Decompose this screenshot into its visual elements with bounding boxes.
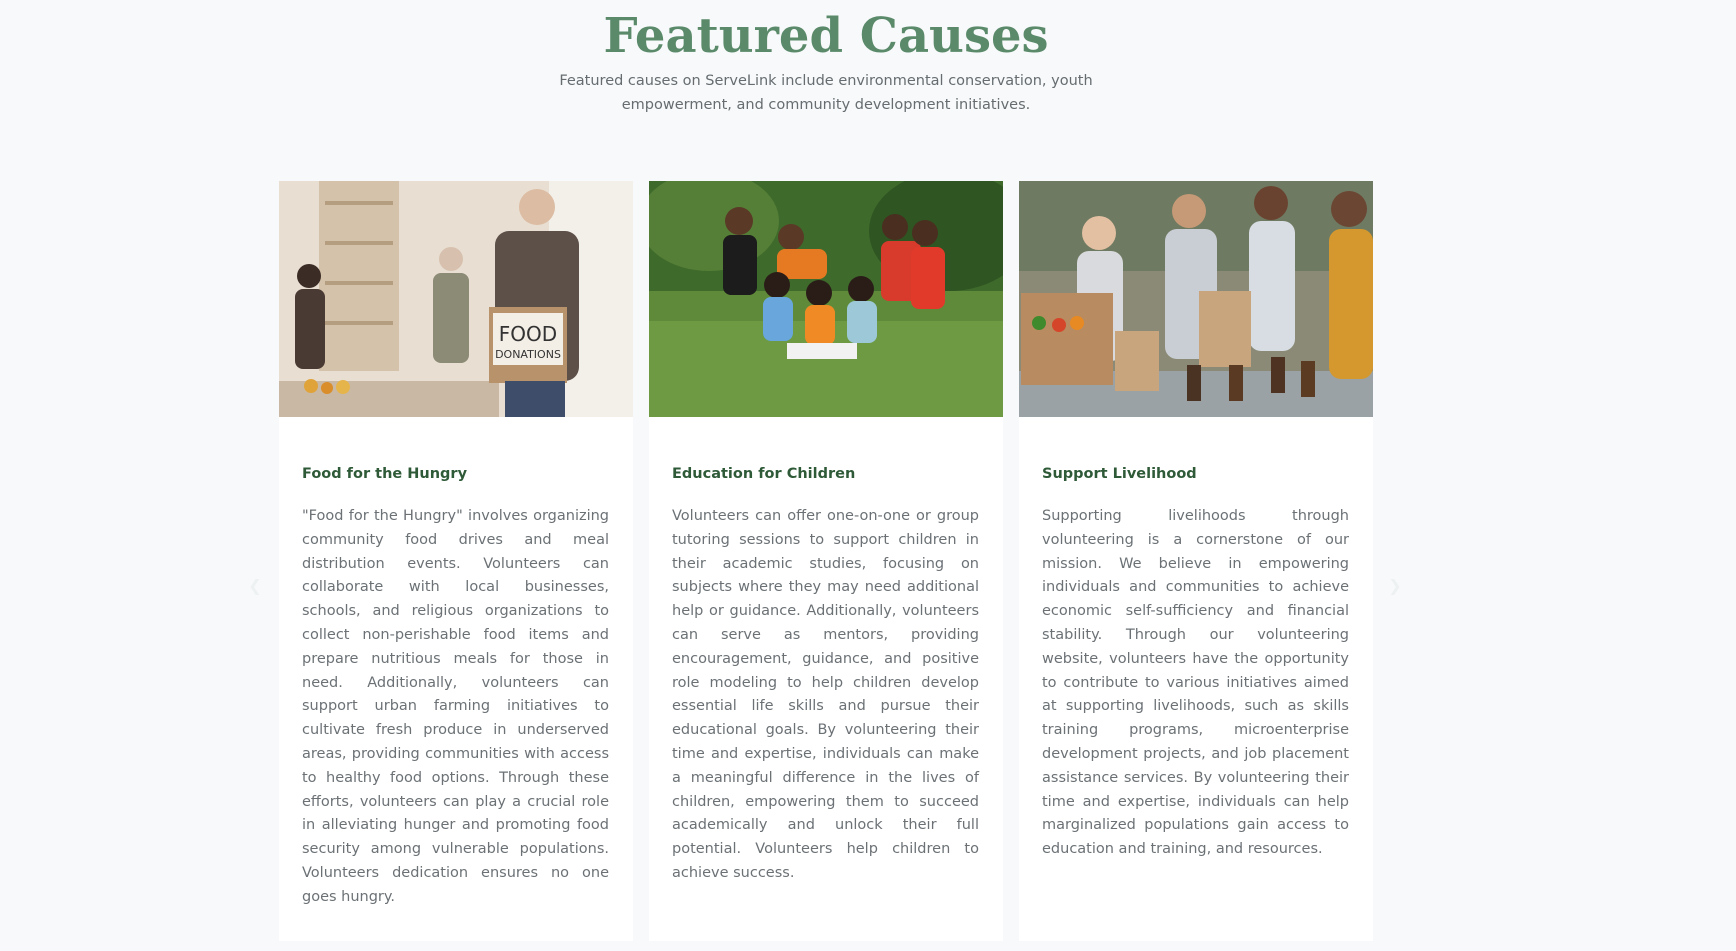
cause-card-education[interactable]: Education for Children Volunteers can of… <box>649 181 1003 941</box>
cause-title[interactable]: Support Livelihood <box>1042 463 1349 485</box>
section-subtitle: Featured causes on ServeLink include env… <box>559 73 1093 113</box>
cause-title[interactable]: Education for Children <box>672 463 979 485</box>
chevron-left-icon[interactable]: ❮ <box>244 575 266 597</box>
children-reading-photo <box>649 181 1003 417</box>
section-title: Featured Causes <box>603 8 1049 64</box>
causes-carousel: FOOD DONATIONS Food for the Hungry "Food… <box>279 181 1373 941</box>
volunteers-market-photo <box>1019 181 1373 417</box>
featured-causes-section: Featured Causes Featured causes on Serve… <box>0 0 1736 951</box>
food-donation-photo: FOOD DONATIONS <box>279 181 633 417</box>
svg-text:FOOD: FOOD <box>499 322 557 346</box>
chevron-right-icon[interactable]: ❯ <box>1384 575 1406 597</box>
cause-description: Volunteers can offer one-on-one or group… <box>672 508 979 881</box>
cause-description: "Food for the Hungry" involves organizin… <box>302 508 609 905</box>
svg-text:DONATIONS: DONATIONS <box>495 348 561 361</box>
cause-card-food[interactable]: FOOD DONATIONS Food for the Hungry "Food… <box>279 181 633 941</box>
cause-title[interactable]: Food for the Hungry <box>302 463 609 485</box>
cause-card-livelihood[interactable]: Support Livelihood Supporting livelihood… <box>1019 181 1373 941</box>
cause-description: Supporting livelihoods through volunteer… <box>1042 508 1349 858</box>
